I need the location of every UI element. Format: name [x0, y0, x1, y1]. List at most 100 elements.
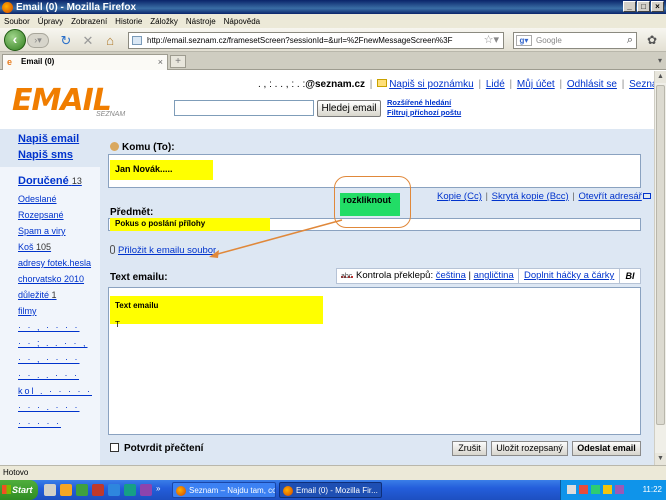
menu-zalozky[interactable]: Záložky	[150, 17, 178, 26]
search-bar[interactable]: g▾ Google ⌕	[513, 32, 637, 49]
google-engine-icon[interactable]: g▾	[516, 35, 532, 46]
quicklaunch-app-icon[interactable]	[124, 484, 136, 496]
tray-icon[interactable]	[603, 485, 612, 494]
tray-icon[interactable]	[579, 485, 588, 494]
seznam-email-logo[interactable]: EMAIL SEZNAM	[12, 83, 142, 123]
back-button[interactable]: ‹	[4, 29, 26, 51]
search-icon[interactable]: ⌕	[627, 33, 633, 48]
firefox-icon	[283, 486, 293, 496]
quicklaunch-more-icon[interactable]: »	[156, 484, 164, 496]
tab-email[interactable]: e Email (0) ×	[2, 54, 168, 70]
stop-icon[interactable]: ✕	[80, 33, 96, 49]
masked-folder[interactable]: · · , · · · ·	[18, 319, 100, 335]
quicklaunch-firefox-icon[interactable]	[60, 484, 72, 496]
taskbar: Start » Seznam – Najdu tam, co ... Email…	[0, 480, 666, 500]
masked-folder[interactable]: · · . . · · ·	[18, 367, 100, 383]
masked-folder[interactable]: · · , · · · ·	[18, 351, 100, 367]
send-button[interactable]: Odeslat email	[572, 441, 641, 456]
quicklaunch-app-icon[interactable]	[140, 484, 152, 496]
link-advanced-search[interactable]: Rozšířené hledání	[387, 98, 461, 108]
menu-upravy[interactable]: Úpravy	[38, 17, 63, 26]
menu-nastroje[interactable]: Nástroje	[186, 17, 216, 26]
masked-folder[interactable]: · · · . · · ·	[18, 399, 100, 415]
close-tab-icon[interactable]: ×	[158, 55, 163, 69]
tray-icon[interactable]	[615, 485, 624, 494]
save-draft-button[interactable]: Uložit rozepsaný	[491, 441, 568, 456]
quicklaunch-app-icon[interactable]	[92, 484, 104, 496]
taskbar-item-active[interactable]: Email (0) - Mozilla Fir...	[279, 482, 382, 498]
menu-napoveda[interactable]: Nápověda	[224, 17, 260, 26]
user-masked: . , : . . , : . :	[258, 79, 306, 90]
bookmark-star-icon[interactable]: ☆▾	[484, 33, 499, 48]
clock: 11:22	[642, 485, 662, 494]
folder-item[interactable]: chorvatsko 2010	[18, 271, 100, 287]
folder-sent[interactable]: Odeslané	[18, 191, 100, 207]
folder-drafts[interactable]: Rozepsané	[18, 207, 100, 223]
link-bcc[interactable]: Skrytá kopie (Bcc)	[492, 191, 569, 202]
folder-item[interactable]: adresy fotek.hesla	[18, 255, 100, 271]
url-text: http://email.seznam.cz/framesetScreen?se…	[147, 36, 453, 45]
folder-trash[interactable]: Koš 105	[18, 239, 100, 255]
folder-item[interactable]: důležité 1	[18, 287, 100, 303]
link-account[interactable]: Můj účet	[517, 79, 555, 90]
folder-item[interactable]: filmy	[18, 303, 100, 319]
user-bar: . , : . . , : . :@seznam.cz | Napiš si p…	[258, 79, 654, 90]
start-button[interactable]: Start	[0, 480, 38, 500]
email-favicon: e	[7, 57, 13, 67]
folder-spam[interactable]: Spam a viry	[18, 223, 100, 239]
scroll-up-icon[interactable]: ▲	[655, 71, 666, 83]
link-logout[interactable]: Odhlásit se	[567, 79, 617, 90]
reload-icon[interactable]: ↻	[58, 33, 74, 49]
minimize-button[interactable]: _	[623, 1, 636, 12]
quicklaunch-desktop-icon[interactable]	[44, 484, 56, 496]
mail-search-input[interactable]	[174, 100, 314, 116]
masked-folder[interactable]: · · ; . . · · ,	[18, 335, 100, 351]
tab-list-icon[interactable]: ▾	[658, 56, 662, 65]
new-tab-button[interactable]: +	[170, 55, 186, 68]
link-people[interactable]: Lidé	[486, 79, 505, 90]
cancel-button[interactable]: Zrušit	[452, 441, 487, 456]
spell-czech-link[interactable]: čeština	[436, 270, 466, 281]
quicklaunch-app-icon[interactable]	[76, 484, 88, 496]
addon-icon[interactable]: ✿	[644, 32, 660, 48]
link-seznam[interactable]: Seznam	[629, 79, 654, 90]
link-note[interactable]: Napiš si poznámku	[389, 79, 473, 90]
masked-folder[interactable]: · · · · ·	[18, 415, 100, 431]
diacritics-link[interactable]: Doplnit háčky a čárky	[524, 270, 614, 281]
windows-flag-icon	[2, 485, 11, 494]
taskbar-item[interactable]: Seznam – Najdu tam, co ...	[172, 482, 276, 498]
link-cc[interactable]: Kopie (Cc)	[437, 191, 482, 202]
link-filter[interactable]: Filtruj příchozí poštu	[387, 108, 461, 118]
compose-email-link[interactable]: Napiš email	[18, 131, 100, 147]
window-controls: _ □ ×	[623, 1, 664, 12]
note-icon	[377, 79, 388, 87]
forward-button[interactable]: ›▾	[27, 33, 49, 48]
maximize-button[interactable]: □	[637, 1, 650, 12]
compose-sms-link[interactable]: Napiš sms	[18, 147, 100, 163]
spell-english-link[interactable]: angličtina	[474, 270, 514, 281]
format-button[interactable]: BI	[619, 268, 641, 284]
attach-file-link[interactable]: Přiložit k emailu soubor	[118, 245, 216, 256]
navigation-toolbar: ‹ ›▾ ↻ ✕ ⌂ http://email.seznam.cz/frames…	[0, 28, 666, 52]
link-address-book[interactable]: Otevřít adresář	[578, 191, 641, 202]
scroll-thumb[interactable]	[656, 85, 665, 425]
masked-folder[interactable]: kol . · · · · ·	[18, 383, 100, 399]
close-window-button[interactable]: ×	[651, 1, 664, 12]
tray-icon[interactable]	[591, 485, 600, 494]
spellcheck-icon: abc	[341, 270, 353, 280]
menu-zobrazeni[interactable]: Zobrazení	[71, 17, 107, 26]
confirm-read-row[interactable]: Potvrdit přečtení	[110, 443, 203, 454]
mail-search-button[interactable]: Hledej email	[317, 100, 381, 117]
folder-inbox[interactable]: Doručené 13	[18, 171, 100, 191]
quicklaunch-ie-icon[interactable]	[108, 484, 120, 496]
tray-icon[interactable]	[567, 485, 576, 494]
home-icon[interactable]: ⌂	[102, 33, 118, 49]
logo-sub: SEZNAM	[96, 111, 126, 118]
scroll-down-icon[interactable]: ▼	[655, 453, 666, 465]
menu-soubor[interactable]: Soubor	[4, 17, 30, 26]
menu-historie[interactable]: Historie	[115, 17, 142, 26]
vertical-scrollbar[interactable]: ▲ ▼	[654, 71, 666, 465]
url-bar[interactable]: http://email.seznam.cz/framesetScreen?se…	[128, 32, 504, 49]
confirm-read-checkbox[interactable]	[110, 443, 119, 452]
window-titlebar: Email (0) - Mozilla Firefox _ □ ×	[0, 0, 666, 14]
